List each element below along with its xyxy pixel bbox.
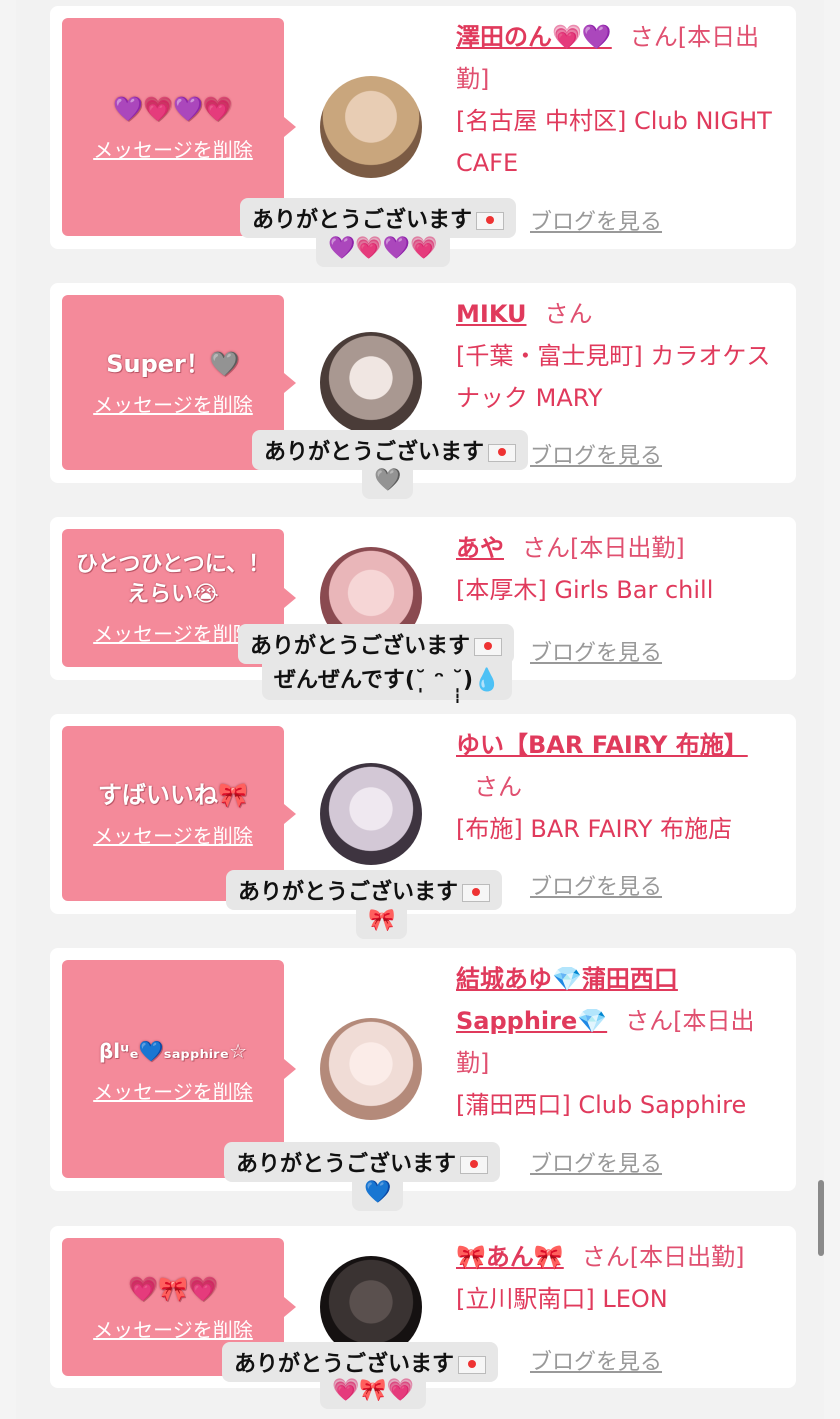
view-blog-link[interactable]: ブログを見る: [530, 869, 662, 901]
shop-name: [立川駅南口] LEON: [456, 1285, 668, 1313]
shop-name: [名古屋 中村区] Club NIGHT CAFE: [456, 107, 772, 177]
toast-text: ありがとうございます: [234, 1352, 455, 1377]
cast-name-link[interactable]: 🎀あん🎀: [456, 1243, 564, 1271]
toast-text: ありがとうございます: [236, 1152, 457, 1177]
envelope-icon: [488, 444, 517, 462]
avatar[interactable]: [320, 1018, 422, 1120]
delete-message-link[interactable]: メッセージを削除: [93, 134, 253, 163]
view-blog-link[interactable]: ブログを見る: [530, 1344, 662, 1376]
cast-info: ゆい【BAR FAIRY 布施】さん [布施] BAR FAIRY 布施店: [456, 724, 786, 850]
stamp-text: ひとつひとつに、！えらい😭: [75, 551, 271, 607]
delete-message-link[interactable]: メッセージを削除: [93, 618, 253, 647]
cast-honorific: さん: [544, 300, 593, 328]
view-blog-link[interactable]: ブログを見る: [530, 1146, 662, 1178]
toast-notification: ありがとうございます: [240, 198, 517, 238]
toast-tail-text: 🩶: [374, 468, 402, 493]
envelope-icon: [460, 1156, 489, 1174]
cast-name-link[interactable]: ゆい【BAR FAIRY 布施】: [456, 731, 748, 759]
toast-tail: 🩶: [362, 466, 414, 499]
toast-notification: ありがとうございます: [224, 1142, 501, 1182]
toast-tail: 💜💗💜💗: [316, 234, 450, 267]
shop-name: [千葉・富士見町] カラオケスナック MARY: [456, 342, 771, 412]
stamp-bubble: Super！🩶 メッセージを削除: [62, 295, 296, 470]
toast-notification: ありがとうございます: [226, 870, 503, 910]
stamp-text: 💜💗💜💗: [113, 94, 233, 123]
view-blog-link[interactable]: ブログを見る: [530, 635, 662, 667]
cast-info: MIKU さん [千葉・富士見町] カラオケスナック MARY: [456, 293, 786, 419]
cast-name-link[interactable]: 澤田のん💗💜: [456, 23, 612, 51]
toast-tail: 🎀: [356, 906, 408, 939]
avatar[interactable]: [320, 76, 422, 178]
toast-tail-text: ぜんぜんです(˘̩̩̩ ᵔ ˘̩̩̩)💧: [274, 668, 501, 693]
toast-text: ありがとうございます: [250, 634, 471, 659]
cast-name-link[interactable]: あや: [456, 534, 504, 562]
avatar[interactable]: [320, 332, 422, 434]
shop-name: [蒲田西口] Club Sapphire: [456, 1091, 747, 1119]
toast-text: ありがとうございます: [252, 208, 473, 233]
stamp-text: すばいいね🎀: [98, 781, 248, 809]
scrollbar-thumb[interactable]: [818, 1180, 824, 1256]
toast-tail: 💙: [352, 1178, 404, 1211]
view-blog-link[interactable]: ブログを見る: [530, 204, 662, 236]
stamp-text: βlᵘₑ💙ₛₐₚₚₕᵢᵣₑ☆: [98, 1038, 247, 1063]
cast-honorific: さん[本日出勤]: [522, 534, 685, 562]
envelope-icon: [462, 884, 491, 902]
toast-notification: ありがとうございます: [252, 430, 529, 470]
cast-info: あや さん[本日出勤] [本厚木] Girls Bar chill: [456, 527, 786, 611]
delete-message-link[interactable]: メッセージを削除: [93, 820, 253, 849]
delete-message-link[interactable]: メッセージを削除: [93, 1314, 253, 1343]
cast-honorific: さん: [474, 773, 522, 801]
stamp-text: 💗🎀💗: [128, 1274, 218, 1303]
delete-message-link[interactable]: メッセージを削除: [93, 389, 253, 418]
toast-notification: ありがとうございます: [238, 624, 515, 664]
envelope-icon: [458, 1356, 487, 1374]
avatar[interactable]: [320, 763, 422, 865]
toast-tail-text: 💗🎀💗: [332, 1378, 415, 1403]
envelope-icon: [476, 212, 505, 230]
toast-tail: 💗🎀💗: [320, 1376, 427, 1409]
toast-tail-text: 💙: [364, 1180, 392, 1205]
cast-info: 澤田のん💗💜 さん[本日出勤] [名古屋 中村区] Club NIGHT CAFE: [456, 16, 786, 184]
delete-message-link[interactable]: メッセージを削除: [93, 1076, 253, 1105]
toast-tail-text: 🎀: [368, 908, 396, 933]
toast-tail-text: 💜💗💜💗: [328, 236, 438, 261]
stamp-text: Super！🩶: [106, 350, 240, 378]
toast-text: ありがとうございます: [264, 440, 485, 465]
toast-text: ありがとうございます: [238, 880, 459, 905]
toast-tail: ぜんぜんです(˘̩̩̩ ᵔ ˘̩̩̩)💧: [262, 660, 513, 700]
cast-honorific: さん[本日出勤]: [581, 1243, 745, 1271]
cast-info: 結城あゆ💎蒲田西口Sapphire💎 さん[本日出勤] [蒲田西口] Club S…: [456, 958, 786, 1126]
view-blog-link[interactable]: ブログを見る: [530, 438, 662, 470]
shop-name: [本厚木] Girls Bar chill: [456, 576, 714, 604]
shop-name: [布施] BAR FAIRY 布施店: [456, 815, 733, 843]
cast-info: 🎀あん🎀 さん[本日出勤] [立川駅南口] LEON: [456, 1236, 786, 1320]
cast-name-link[interactable]: MIKU: [456, 300, 526, 328]
envelope-icon: [474, 638, 503, 656]
